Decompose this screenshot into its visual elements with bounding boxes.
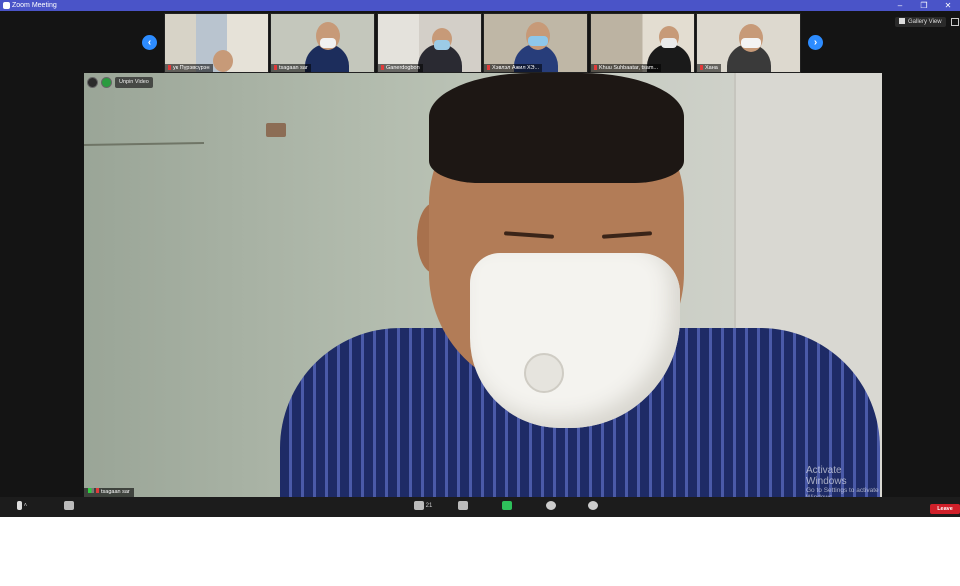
share-screen-button[interactable]: [502, 501, 512, 513]
participants-icon: [414, 501, 424, 510]
meeting-controls: ˄ 21 Leave: [0, 497, 960, 517]
zoom-app-icon: [3, 2, 10, 9]
grid-icon: [899, 18, 905, 24]
gallery-strip: ‹ ук Пүрэвсүрэн tsagaan sar Ganerdogbon: [0, 11, 960, 75]
participant-name: tsagaan sar: [271, 64, 311, 72]
maximize-button[interactable]: ❐: [912, 0, 936, 11]
participant-tile[interactable]: Хана: [696, 13, 801, 73]
video-camera-icon: [64, 501, 74, 510]
record-icon: [546, 501, 556, 510]
participant-name: Khuu Suhbaatar, tsam...: [591, 64, 662, 72]
mic-muted-icon: [96, 488, 99, 493]
chat-icon: [458, 501, 468, 510]
chat-button[interactable]: [458, 501, 468, 513]
participant-tile[interactable]: tsagaan sar: [270, 13, 375, 73]
gallery-next-button[interactable]: ›: [808, 35, 823, 50]
activate-windows-watermark: Activate Windows Go to Settings to activ…: [806, 465, 879, 497]
microphone-icon: [17, 501, 22, 510]
unpin-video-button[interactable]: Unpin Video: [115, 77, 153, 88]
title-bar: Zoom Meeting – ❐ ✕: [0, 0, 960, 11]
speaker-name-tag: tsagaan sar: [84, 488, 134, 497]
signal-icon: [88, 488, 94, 493]
fullscreen-icon[interactable]: [951, 18, 959, 26]
participants-button[interactable]: 21: [414, 501, 432, 513]
gallery-prev-button[interactable]: ‹: [142, 35, 157, 50]
share-screen-icon: [502, 501, 512, 510]
participant-tile[interactable]: Khuu Suhbaatar, tsam...: [590, 13, 695, 73]
mask-valve: [524, 353, 564, 393]
start-video-button[interactable]: [64, 501, 74, 513]
participant-name: ук Пүрэвсүрэн: [165, 64, 213, 72]
zoom-meeting-window: ‹ ук Пүрэвсүрэн tsagaan sar Ganerdogbon: [0, 11, 960, 517]
shield-icon[interactable]: [101, 77, 112, 88]
reactions-icon: [588, 501, 598, 510]
window-controls: – ❐ ✕: [888, 0, 960, 11]
window-title: Zoom Meeting: [12, 2, 57, 9]
close-window-button[interactable]: ✕: [936, 0, 960, 11]
record-button[interactable]: [546, 501, 556, 513]
main-video[interactable]: Unpin Video tsagaan sar Activate Windows…: [84, 73, 882, 497]
participant-tile[interactable]: Ganerdogbon: [377, 13, 482, 73]
info-icon[interactable]: [87, 77, 98, 88]
gallery-view-button[interactable]: Gallery View: [895, 17, 946, 27]
participant-name: Ganerdogbon: [378, 64, 423, 72]
reactions-button[interactable]: [588, 501, 598, 513]
participant-name: Хэвлэл Ажил ХЭ...: [484, 64, 543, 72]
video-tools: Unpin Video: [87, 77, 153, 88]
minimize-button[interactable]: –: [888, 0, 912, 11]
participant-tile[interactable]: Хэвлэл Ажил ХЭ...: [483, 13, 588, 73]
leave-meeting-button[interactable]: Leave: [930, 504, 960, 514]
participant-tile[interactable]: ук Пүрэвсүрэн: [164, 13, 269, 73]
participant-name: Хана: [697, 64, 721, 72]
mute-button[interactable]: ˄: [17, 501, 27, 513]
